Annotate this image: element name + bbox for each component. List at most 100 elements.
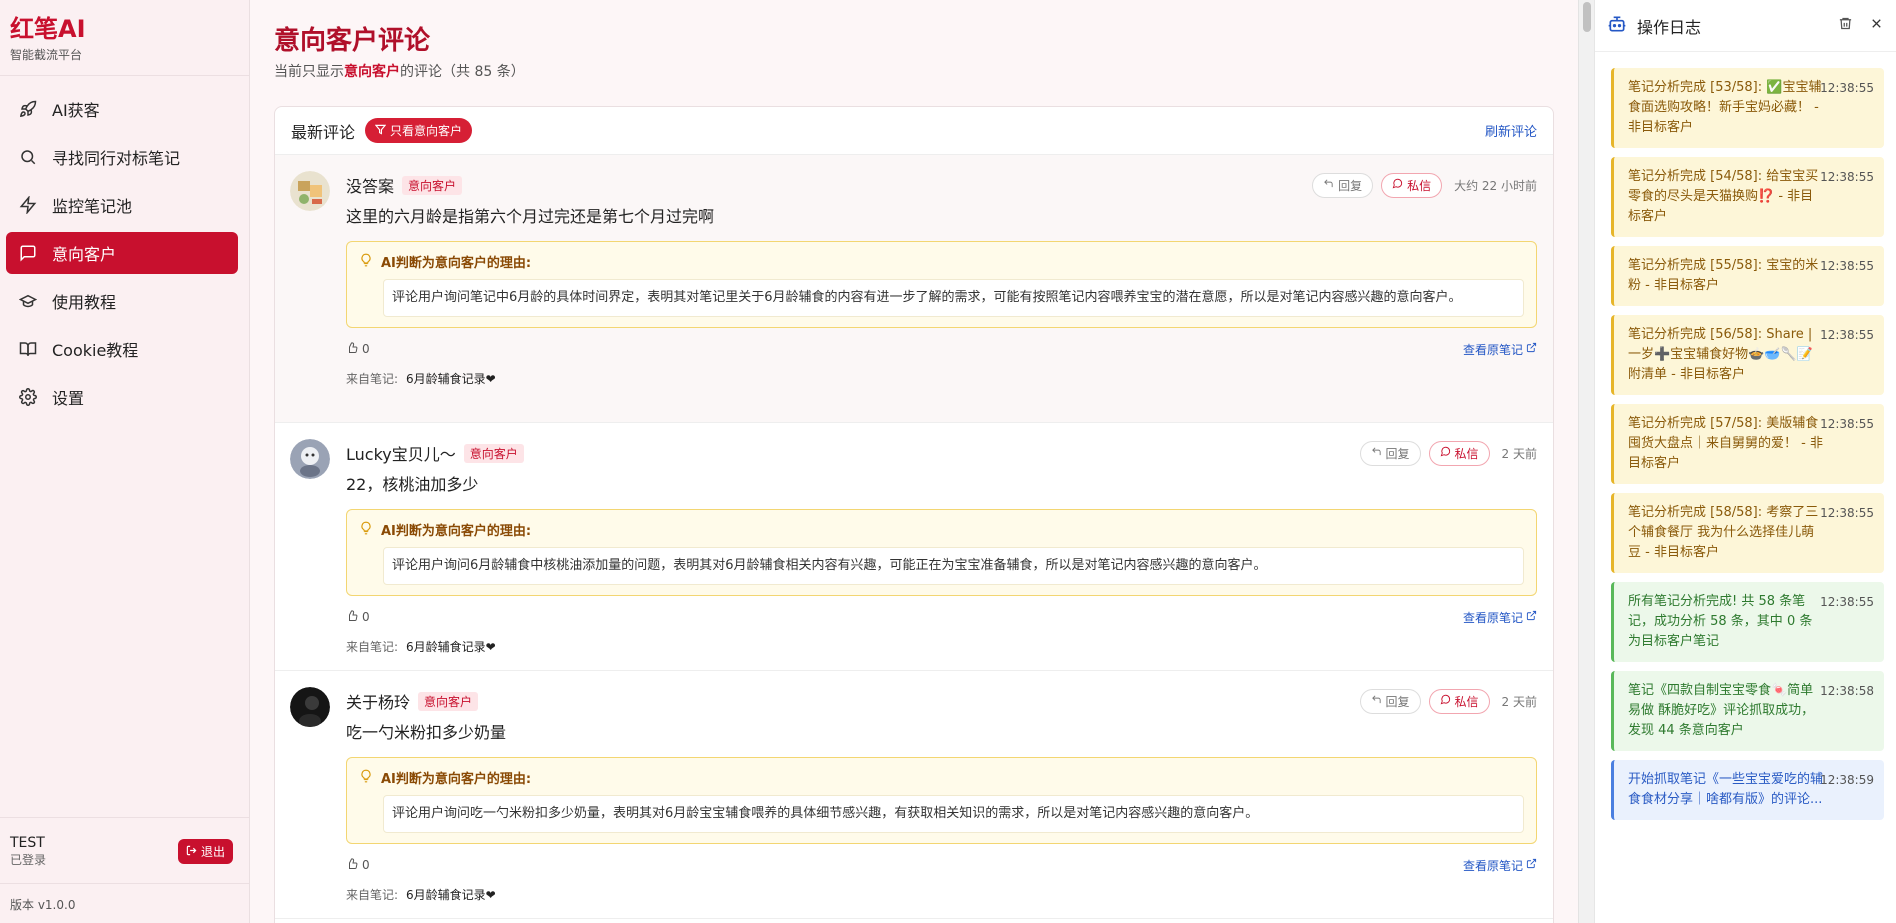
book-icon [18, 339, 38, 359]
gear-icon [18, 387, 38, 407]
main-scrollbar[interactable] [1578, 0, 1594, 923]
message-icon [1440, 694, 1451, 708]
log-time: 12:38:55 [1820, 595, 1874, 609]
reply-label: 回复 [1338, 178, 1363, 193]
sidebar-footer: TEST 已登录 退出 版本 v1.0.0 [0, 817, 249, 923]
refresh-comments-link[interactable]: 刷新评论 [1485, 121, 1537, 140]
sidebar-item-settings[interactable]: 设置 [6, 376, 238, 418]
user-status: 已登录 [10, 853, 47, 867]
log-header: 操作日志 [1595, 0, 1896, 52]
card-title: 最新评论 [291, 122, 356, 142]
comment-item: 关于杨玲 意向客户 回复 私信 2 天前 吃一勺米粉扣多少奶量 AI判断为意向客… [275, 671, 1553, 919]
reply-button[interactable]: 回复 [1312, 172, 1374, 198]
comments-card: 最新评论 只看意向客户 刷新评论 没答案 意向客户 回复 私信 大约 22 小时… [274, 106, 1554, 923]
bolt-icon [18, 195, 38, 215]
comment-text: 吃一勺米粉扣多少奶量 [346, 723, 507, 742]
likes[interactable]: 0 [346, 609, 370, 625]
log-entry: 笔记分析完成 [56/58]: Share | 一岁➕宝宝辅食好物🍲🥣🥄📝附清单… [1611, 315, 1884, 395]
reply-icon [1371, 446, 1382, 460]
thumbs-up-icon [346, 857, 358, 873]
external-link-icon [1526, 342, 1537, 356]
reply-label: 回复 [1385, 694, 1410, 709]
commenter-name: 关于杨玲 [346, 693, 411, 712]
main-content: 意向客户评论 当前只显示意向客户的评论（共 85 条） 最新评论 只看意向客户 … [250, 0, 1578, 923]
view-note-label: 查看原笔记 [1462, 858, 1523, 873]
log-time: 12:38:55 [1820, 506, 1874, 520]
likes-count: 0 [362, 610, 370, 624]
log-time: 12:38:55 [1820, 417, 1874, 431]
log-entry: 笔记分析完成 [58/58]: 考察了三个辅食餐厅 我为什么选择佳儿萌豆 - 非… [1611, 493, 1884, 573]
scrollbar-thumb[interactable] [1583, 2, 1591, 32]
likes-count: 0 [362, 858, 370, 872]
from-label: 来自笔记: [346, 888, 399, 902]
avatar [290, 439, 330, 479]
lead-tag: 意向客户 [402, 175, 463, 195]
ai-reason-title: AI判断为意向客户的理由: [381, 256, 532, 271]
logout-button[interactable]: 退出 [177, 839, 233, 864]
sidebar-item-label: 监控笔记池 [52, 197, 133, 216]
note-source: 来自笔记: 6月龄辅食记录❤ [346, 638, 1537, 655]
from-label: 来自笔记: [346, 640, 399, 654]
view-note-link[interactable]: 查看原笔记 [1463, 341, 1537, 358]
dm-label: 私信 [1407, 178, 1432, 193]
page-title: 意向客户评论 [274, 26, 431, 56]
ai-reason-box: AI判断为意向客户的理由: 评论用户询问6月龄辅食中核桃油添加量的问题，表明其对… [346, 509, 1537, 596]
sidebar-item-tutorial[interactable]: 使用教程 [6, 280, 238, 322]
sidebar-item-cookie-tutorial[interactable]: Cookie教程 [6, 328, 238, 370]
note-source: 来自笔记: 6月龄辅食记录❤ [346, 886, 1537, 903]
comment-time: 2 天前 [1501, 446, 1537, 461]
dm-button[interactable]: 私信 [1428, 688, 1490, 714]
log-entry: 笔记《四款自制宝宝零食🍬简单易做 酥脆好吃》评论抓取成功，发现 44 条意向客户… [1611, 671, 1884, 751]
reply-icon [1323, 178, 1334, 192]
likes[interactable]: 0 [346, 857, 370, 873]
comment-time: 2 天前 [1501, 694, 1537, 709]
lead-tag: 意向客户 [463, 443, 524, 463]
log-entry: 笔记分析完成 [53/58]: ✅宝宝辅食面选购攻略！新手宝妈必藏！ - 非目标… [1611, 68, 1884, 148]
note-source: 来自笔记: 6月龄辅食记录❤ [346, 370, 1537, 387]
brand-title: 红笔AI [10, 15, 86, 43]
log-text: 笔记分析完成 [53/58]: ✅宝宝辅食面选购攻略！新手宝妈必藏！ - 非目标… [1628, 80, 1822, 135]
log-entry: 笔记分析完成 [55/58]: 宝宝的米粉 - 非目标客户 12:38:55 [1611, 246, 1884, 306]
sidebar-item-ai-acquire[interactable]: AI获客 [6, 88, 238, 130]
log-text: 笔记《四款自制宝宝零食🍬简单易做 酥脆好吃》评论抓取成功，发现 44 条意向客户 [1628, 683, 1815, 738]
ai-reason-text: 评论用户询问6月龄辅食中核桃油添加量的问题，表明其对6月龄辅食相关内容有兴趣，可… [383, 547, 1524, 585]
log-text: 笔记分析完成 [57/58]: 美版辅食囤货大盘点｜来自舅舅的爱！ - 非目标客… [1628, 416, 1823, 471]
commenter-name: Lucky宝贝儿～ [346, 445, 456, 464]
close-icon[interactable] [1869, 16, 1884, 35]
rocket-icon [18, 99, 38, 119]
log-entry: 开始抓取笔记《一些宝宝爱吃的辅食食材分享｜啥都有版》的评论... 12:38:5… [1611, 760, 1884, 820]
sidebar-item-label: 意向客户 [52, 245, 117, 264]
sidebar-item-label: Cookie教程 [52, 341, 139, 360]
ai-reason-text: 评论用户询问吃一勺米粉扣多少奶量，表明其对6月龄宝宝辅食喂养的具体细节感兴趣，有… [383, 795, 1524, 833]
log-text: 笔记分析完成 [58/58]: 考察了三个辅食餐厅 我为什么选择佳儿萌豆 - 非… [1628, 505, 1819, 560]
sidebar-item-leads[interactable]: 意向客户 [6, 232, 238, 274]
logout-label: 退出 [200, 845, 225, 859]
log-text: 笔记分析完成 [54/58]: 给宝宝买零食的尽头是天猫换购⁉️ - 非目标客户 [1628, 169, 1819, 224]
log-time: 12:38:58 [1820, 684, 1874, 698]
filter-leads-button[interactable]: 只看意向客户 [365, 118, 473, 143]
likes-count: 0 [362, 342, 370, 356]
thumbs-up-icon [346, 341, 358, 357]
comment-text: 22，核桃油加多少 [346, 475, 479, 494]
trash-icon[interactable] [1838, 16, 1853, 35]
ai-reason-title: AI判断为意向客户的理由: [381, 524, 532, 539]
sidebar-item-label: AI获客 [52, 101, 100, 120]
lead-tag: 意向客户 [418, 691, 479, 711]
view-note-link[interactable]: 查看原笔记 [1463, 609, 1537, 626]
comment-item: 没答案 意向客户 回复 私信 大约 22 小时前 这里的六月龄是指第六个月过完还… [275, 155, 1553, 423]
log-text: 所有笔记分析完成! 共 58 条笔记，成功分析 58 条，其中 0 条为目标客户… [1628, 594, 1813, 649]
sidebar-item-find-notes[interactable]: 寻找同行对标笔记 [6, 136, 238, 178]
comment-time: 大约 22 小时前 [1454, 178, 1537, 193]
user-box: TEST 已登录 退出 [0, 817, 249, 883]
dm-button[interactable]: 私信 [1381, 172, 1443, 198]
log-list: 笔记分析完成 [53/58]: ✅宝宝辅食面选购攻略！新手宝妈必藏！ - 非目标… [1595, 52, 1896, 820]
likes[interactable]: 0 [346, 341, 370, 357]
reply-button[interactable]: 回复 [1359, 440, 1421, 466]
reply-button[interactable]: 回复 [1359, 688, 1421, 714]
logout-icon [186, 845, 197, 859]
view-note-link[interactable]: 查看原笔记 [1463, 857, 1537, 874]
sidebar-item-monitor-pool[interactable]: 监控笔记池 [6, 184, 238, 226]
note-title: 6月龄辅食记录❤ [406, 372, 496, 386]
dm-button[interactable]: 私信 [1428, 440, 1490, 466]
filter-label: 只看意向客户 [390, 124, 463, 138]
